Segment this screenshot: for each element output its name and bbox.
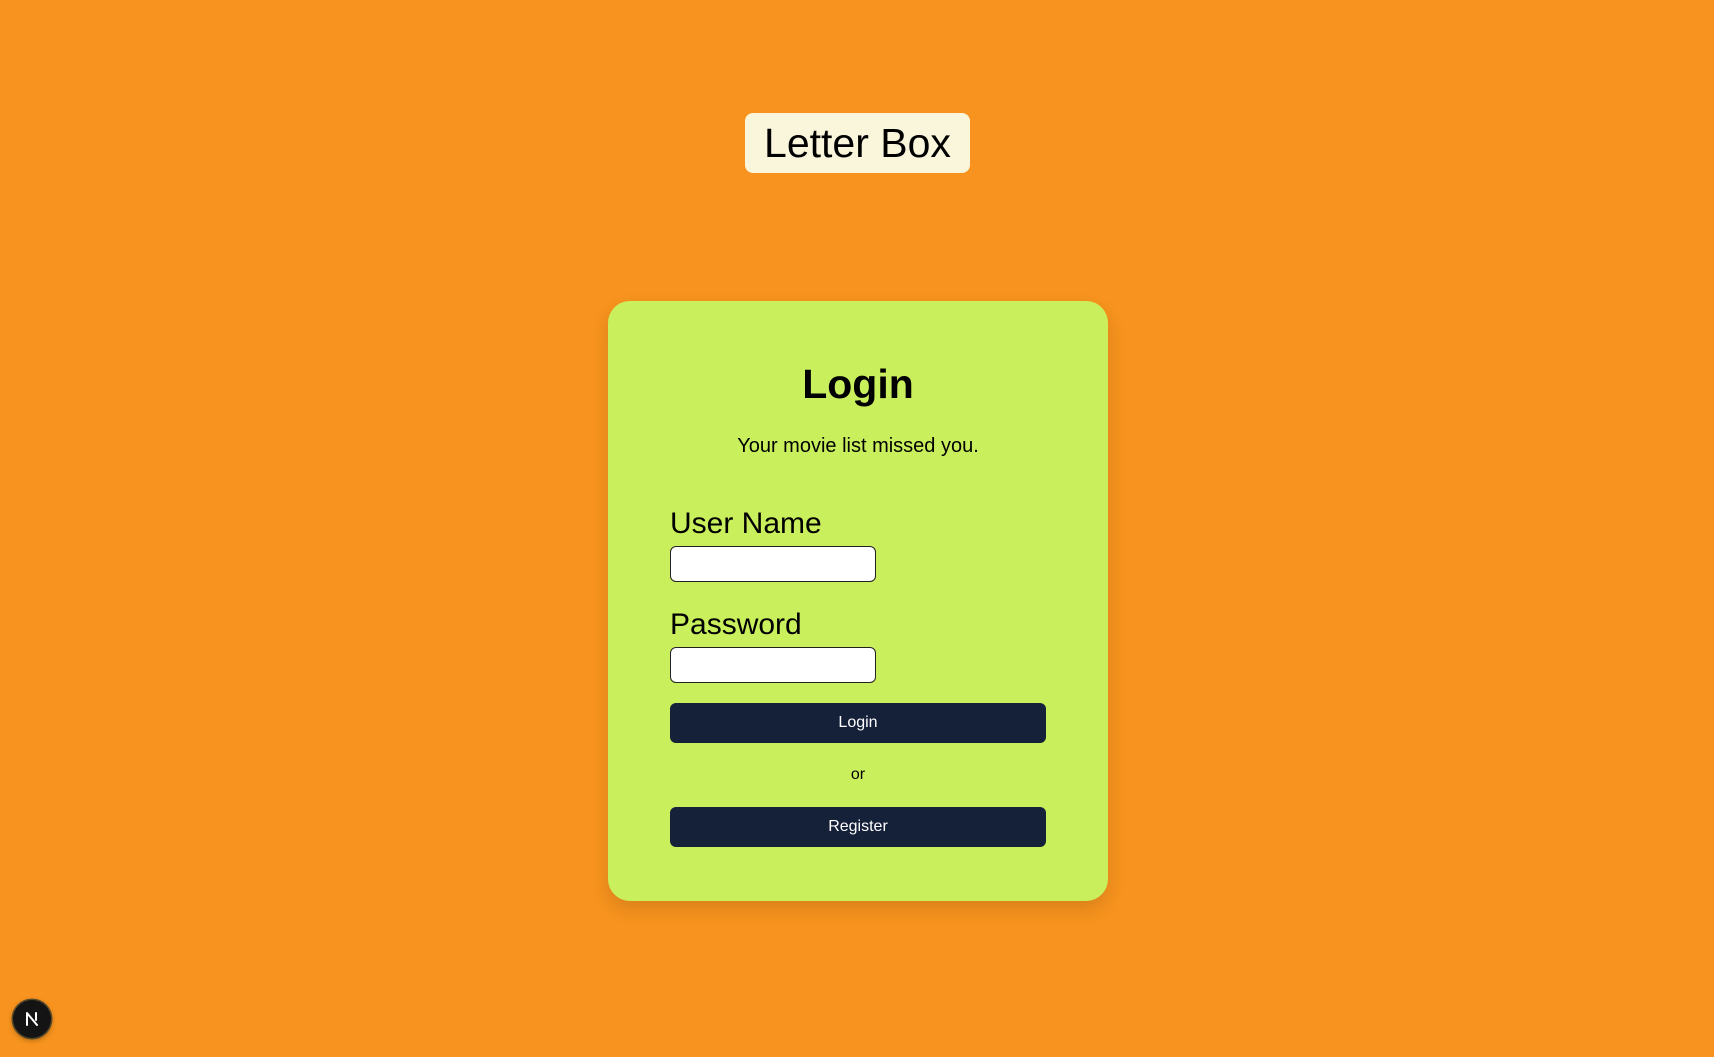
- app-title-badge: Letter Box: [745, 113, 970, 173]
- login-card: Login Your movie list missed you. User N…: [608, 301, 1108, 901]
- login-heading: Login: [802, 361, 914, 407]
- register-button[interactable]: Register: [670, 807, 1046, 847]
- app-title: Letter Box: [764, 119, 951, 166]
- login-subtitle: Your movie list missed you.: [737, 435, 979, 457]
- nextjs-devtools-button[interactable]: [13, 1000, 51, 1038]
- username-input[interactable]: [670, 546, 876, 582]
- password-label: Password: [670, 608, 802, 641]
- login-button[interactable]: Login: [670, 703, 1046, 743]
- password-input[interactable]: [670, 647, 876, 683]
- nextjs-icon: [26, 1012, 38, 1026]
- username-label: User Name: [670, 507, 822, 540]
- or-separator: or: [850, 766, 866, 783]
